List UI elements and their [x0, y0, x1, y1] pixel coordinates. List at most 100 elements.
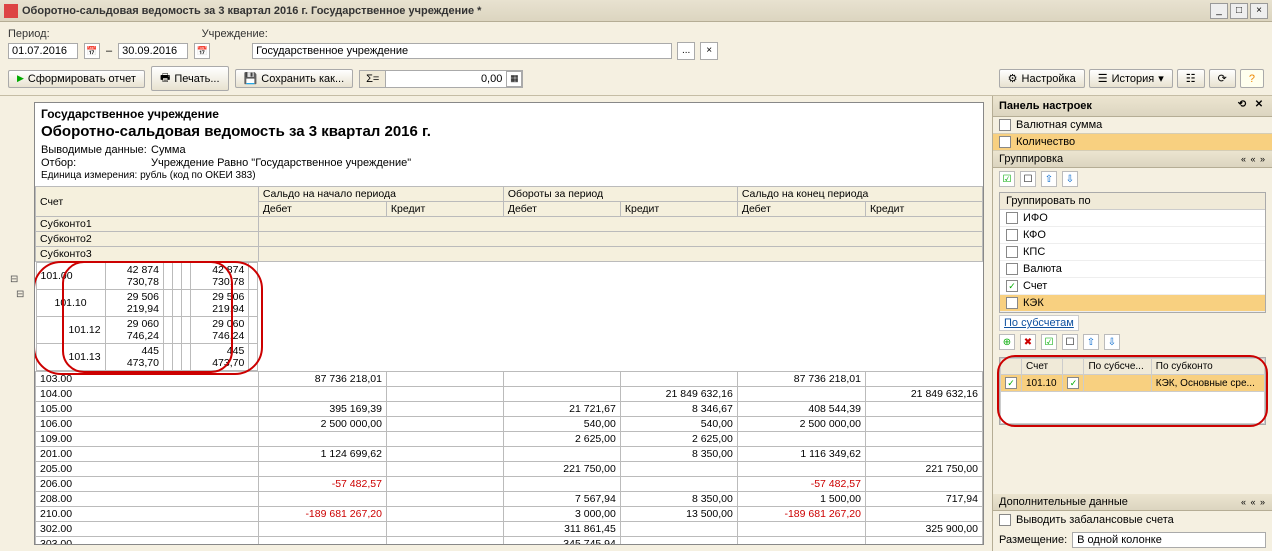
date-from-cal-icon[interactable]: 📅 [84, 43, 100, 59]
grouping-item[interactable]: ✓Счет [1000, 278, 1265, 295]
subaccount-grid: Счет По субсче... По субконто ✓ 101.10 ✓… [999, 357, 1266, 425]
table-row[interactable]: 201.001 124 699,628 350,001 116 349,62 [36, 447, 983, 462]
help-button[interactable]: ? [1240, 69, 1264, 88]
app-icon [4, 4, 18, 18]
minimize-button[interactable]: _ [1210, 3, 1228, 19]
delete-row-icon[interactable]: ✖ [1020, 334, 1036, 350]
grouping-item[interactable]: КПС [1000, 244, 1265, 261]
save-as-button[interactable]: 💾 Сохранить как... [235, 69, 354, 88]
move-up-icon-2[interactable]: ⇧ [1083, 334, 1099, 350]
off-balance-check[interactable] [999, 514, 1011, 526]
window-title: Оборотно-сальдовая ведомость за 3 кварта… [22, 5, 1208, 17]
col-balance-end: Сальдо на конец периода [737, 187, 982, 202]
check-all-icon-2[interactable]: ☑ [1041, 334, 1057, 350]
table-row[interactable]: 103.0087 736 218,0187 736 218,01 [36, 372, 983, 387]
table-row[interactable]: 101.13445 473,70445 473,70 [36, 344, 258, 371]
report-meta-unit: Единица измерения: рубль (код по ОКЕИ 38… [41, 170, 977, 181]
tree-collapse-2[interactable]: ⊟ [8, 287, 34, 302]
panel-header: Панель настроек ⟲ ✕ [993, 96, 1272, 117]
report-meta-data: Выводимые данные:Сумма [41, 144, 977, 156]
table-row[interactable]: 101.0042 874 730,7842 874 730,78 [36, 263, 258, 290]
print-button[interactable]: 🖶 Печать... [151, 66, 229, 91]
sum-calc-icon[interactable]: ▦ [506, 71, 522, 87]
table-row[interactable]: 104.0021 849 632,1621 849 632,16 [36, 387, 983, 402]
params-bar: Период: Учреждение: [0, 22, 1272, 42]
settings-panel: Панель настроек ⟲ ✕ Валютная суммаКоличе… [992, 96, 1272, 551]
grouping-check[interactable] [1006, 297, 1018, 309]
report-area: Государственное учреждение Оборотно-саль… [34, 102, 984, 545]
grouping-header[interactable]: Группировка « « » [993, 151, 1272, 168]
table-row[interactable]: 208.007 567,948 350,001 500,00717,94 [36, 492, 983, 507]
grouping-check[interactable] [1006, 246, 1018, 258]
toolbar: Сформировать отчет 🖶 Печать... 💾 Сохрани… [0, 62, 1272, 96]
date-to-input[interactable] [118, 43, 188, 59]
grouping-item[interactable]: КФО [1000, 227, 1265, 244]
move-up-icon[interactable]: ⇧ [1041, 171, 1057, 187]
table-row[interactable]: 105.00395 169,3921 721,678 346,67408 544… [36, 402, 983, 417]
form-report-button[interactable]: Сформировать отчет [8, 70, 145, 88]
row-check[interactable]: ✓ [1005, 377, 1017, 389]
close-button[interactable]: × [1250, 3, 1268, 19]
row-sub-check[interactable]: ✓ [1067, 377, 1079, 389]
date-from-input[interactable] [8, 43, 78, 59]
col-turnover: Обороты за период [503, 187, 737, 202]
panel-option[interactable]: Количество [993, 134, 1272, 151]
sum-label: Σ= [360, 71, 386, 87]
uncheck-all-icon-2[interactable]: ☐ [1062, 334, 1078, 350]
tree-collapse-1[interactable]: ⊟ [8, 272, 34, 287]
table-row[interactable]: 101.1229 060 746,2429 060 746,24 [36, 317, 258, 344]
grouping-check[interactable]: ✓ [1006, 280, 1018, 292]
grouping-check[interactable] [1006, 263, 1018, 275]
table-row[interactable]: 206.00-57 482,57-57 482,57 [36, 477, 983, 492]
table-row[interactable]: 205.00221 750,00221 750,00 [36, 462, 983, 477]
report-meta-filter: Отбор:Учреждение Равно "Государственное … [41, 157, 977, 169]
report-org: Государственное учреждение [41, 107, 977, 121]
uncheck-all-icon[interactable]: ☐ [1020, 171, 1036, 187]
grouping-check[interactable] [1006, 229, 1018, 241]
grouping-item[interactable]: ИФО [1000, 210, 1265, 227]
move-down-icon[interactable]: ⇩ [1062, 171, 1078, 187]
settings-button[interactable]: ⚙ Настройка [999, 69, 1085, 88]
institution-input[interactable] [252, 43, 672, 59]
panel-restore-icon[interactable]: ⟲ [1235, 99, 1249, 113]
col-balance-start: Сальдо на начало периода [258, 187, 503, 202]
date-dash: – [106, 45, 112, 57]
date-to-cal-icon[interactable]: 📅 [194, 43, 210, 59]
placement-value: В одной колонке [1072, 532, 1266, 548]
subaccount-row[interactable]: ✓ 101.10 ✓ КЭК, Основные сре... [1001, 375, 1265, 392]
sum-value: 0,00 [386, 71, 506, 87]
move-down-icon-2[interactable]: ⇩ [1104, 334, 1120, 350]
restore-button[interactable]: □ [1230, 3, 1248, 19]
sum-box: Σ= 0,00 ▦ [359, 70, 523, 88]
check-all-icon[interactable]: ☑ [999, 171, 1015, 187]
table-row[interactable]: 303.00345 745,94 [36, 537, 983, 546]
report-title: Оборотно-сальдовая ведомость за 3 кварта… [41, 123, 977, 140]
table-row[interactable]: 101.1029 506 219,9429 506 219,94 [36, 290, 258, 317]
grouping-item[interactable]: КЭК [1000, 295, 1265, 312]
add-row-icon[interactable]: ⊕ [999, 334, 1015, 350]
institution-clear-button[interactable]: × [700, 42, 718, 60]
panel-close-icon[interactable]: ✕ [1252, 99, 1266, 113]
additional-data-header[interactable]: Дополнительные данные « « » [993, 494, 1272, 511]
option-check[interactable] [999, 136, 1011, 148]
toolbar-icon-1[interactable]: ☷ [1177, 69, 1205, 88]
institution-more-button[interactable]: ... [677, 42, 695, 60]
table-row[interactable]: 106.002 500 000,00540,00540,002 500 000,… [36, 417, 983, 432]
table-row[interactable]: 210.00-189 681 267,203 000,0013 500,00-1… [36, 507, 983, 522]
grouping-check[interactable] [1006, 212, 1018, 224]
history-button[interactable]: ☰ История ▾ [1089, 69, 1173, 88]
panel-option[interactable]: Валютная сумма [993, 117, 1272, 134]
period-label: Период: [8, 28, 50, 40]
off-balance-label: Выводить забалансовые счета [1016, 514, 1174, 526]
report-table: Счет Сальдо на начало периода Обороты за… [35, 186, 983, 545]
grouping-list: Группировать по ИФОКФОКПСВалюта✓СчетКЭК [999, 192, 1266, 313]
option-check[interactable] [999, 119, 1011, 131]
table-row[interactable]: 302.00311 861,45325 900,00 [36, 522, 983, 537]
grouping-list-header: Группировать по [1000, 193, 1265, 210]
grouping-item[interactable]: Валюта [1000, 261, 1265, 278]
by-subaccounts-link[interactable]: По субсчетам [999, 315, 1079, 331]
window-titlebar: Оборотно-сальдовая ведомость за 3 кварта… [0, 0, 1272, 22]
table-row[interactable]: 109.002 625,002 625,00 [36, 432, 983, 447]
toolbar-icon-2[interactable]: ⟳ [1209, 69, 1236, 88]
tree-gutter: ⊟ ⊟ [8, 102, 34, 545]
